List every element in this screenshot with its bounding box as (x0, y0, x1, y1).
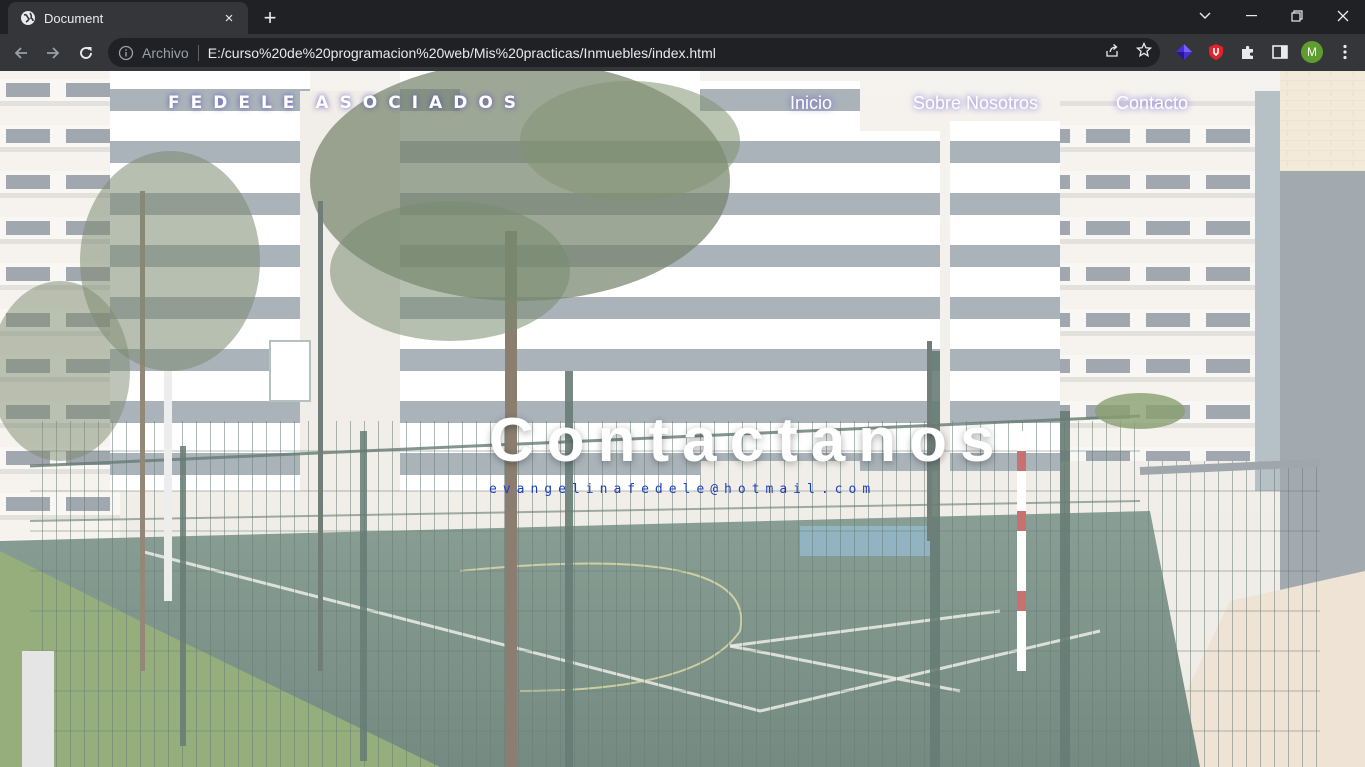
arrow-left-icon[interactable] (8, 40, 34, 66)
info-icon[interactable] (118, 45, 134, 61)
new-tab-button[interactable]: + (258, 5, 282, 30)
puzzle-extensions-icon[interactable] (1238, 42, 1258, 62)
reload-icon[interactable] (73, 40, 99, 66)
hero-title: Contactanos (489, 406, 1008, 475)
omnibox-divider (197, 44, 199, 61)
arrow-right-icon[interactable] (40, 40, 66, 66)
profile-avatar[interactable]: M (1301, 41, 1323, 63)
web-page: FEDELE ASOCIADOS Inicio Sobre Nosotros Co… (0, 71, 1365, 767)
purple-gem-extension-icon[interactable] (1174, 42, 1194, 62)
tab-close-icon[interactable]: × (220, 9, 238, 27)
tab-search-chevron-down-icon[interactable] (1182, 3, 1228, 29)
globe-icon (21, 11, 35, 25)
url-text[interactable]: E:/curso%20de%20programacion%20web/Mis%2… (208, 45, 716, 61)
minimize-icon[interactable] (1228, 3, 1274, 29)
restore-icon[interactable] (1274, 3, 1320, 29)
close-icon[interactable] (1320, 3, 1365, 29)
tab-strip: Document × + (0, 0, 1365, 34)
nav-link-inicio[interactable]: Inicio (790, 93, 832, 114)
tab-title: Document (44, 10, 104, 26)
brand-name-part1: FEDELE (168, 93, 306, 113)
star-icon[interactable] (1135, 41, 1153, 59)
brand-name-part2: ASOCIADOS (315, 93, 528, 113)
address-bar[interactable]: Archivo E:/curso%20de%20programacion%20w… (108, 38, 1160, 67)
nav-link-contacto[interactable]: Contacto (1116, 93, 1188, 114)
contact-email-link[interactable]: evangelinafedele@hotmail.com (489, 482, 876, 497)
red-shield-extension-icon[interactable] (1206, 42, 1226, 62)
brand-logo[interactable]: FEDELE ASOCIADOS (168, 93, 527, 113)
browser-toolbar: Archivo E:/curso%20de%20programacion%20w… (0, 34, 1365, 71)
site-label: Archivo (142, 44, 189, 61)
browser-tab[interactable]: Document × (8, 2, 248, 34)
side-panel-icon[interactable] (1270, 42, 1290, 62)
share-icon[interactable] (1103, 41, 1121, 59)
nav-link-sobre-nosotros[interactable]: Sobre Nosotros (913, 93, 1038, 114)
kebab-menu-icon[interactable] (1335, 42, 1355, 62)
